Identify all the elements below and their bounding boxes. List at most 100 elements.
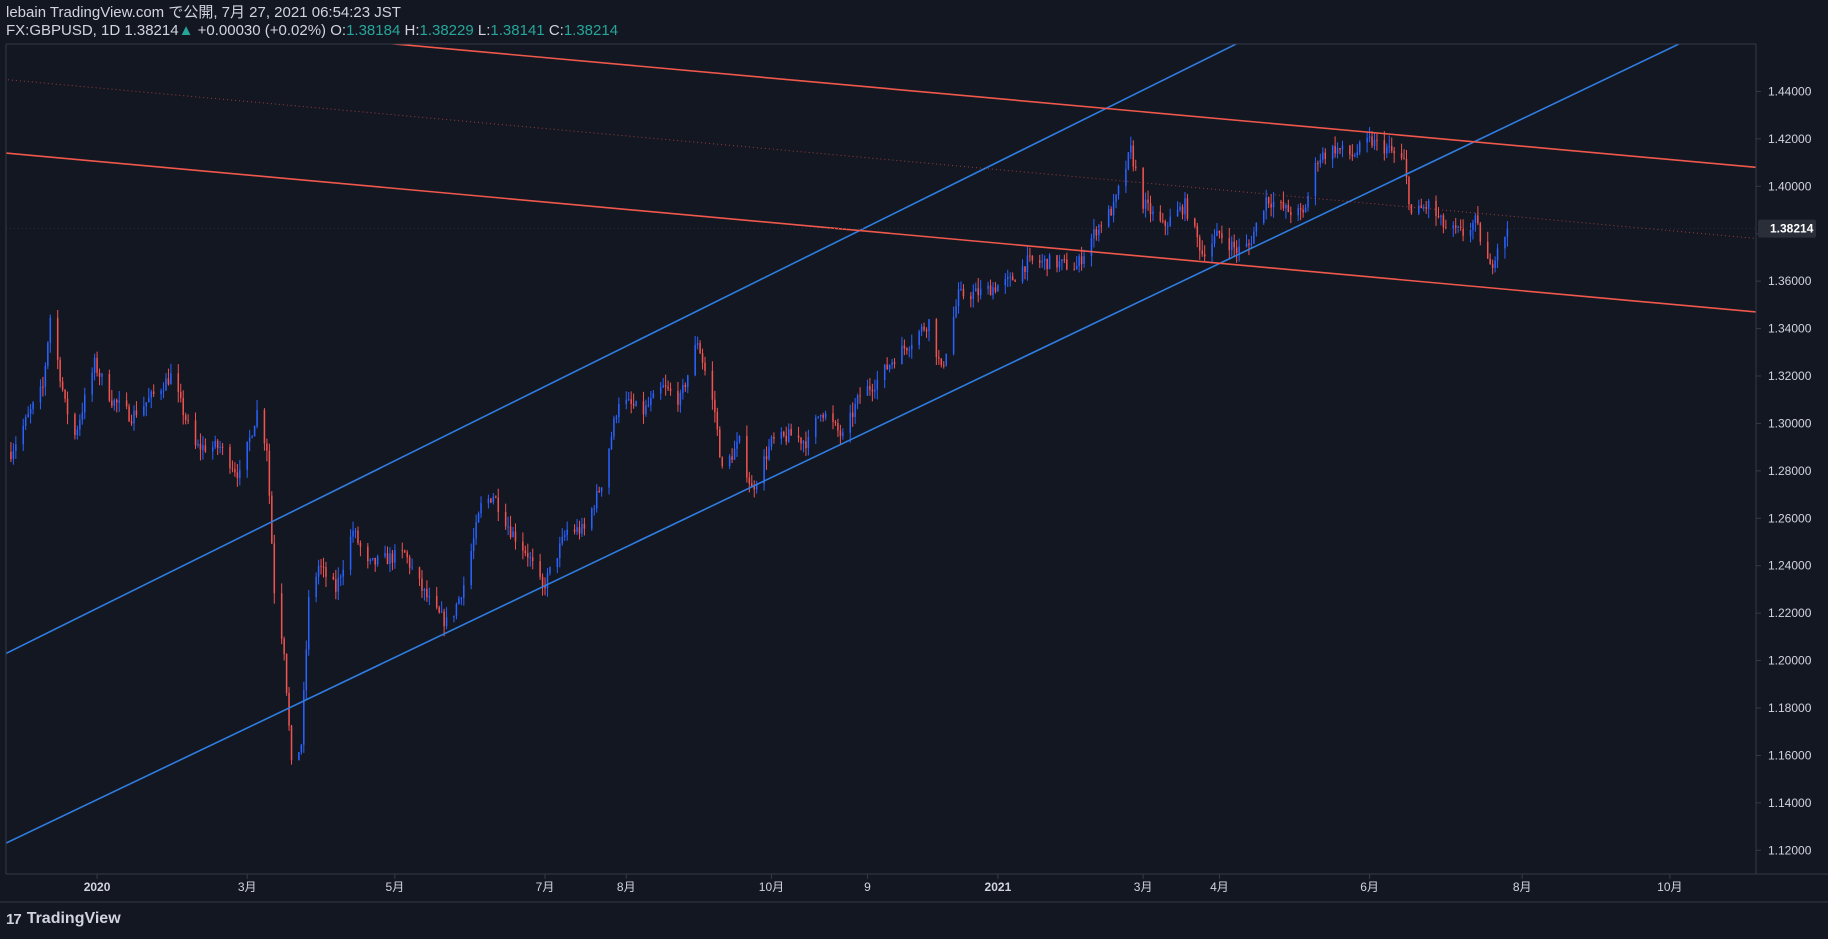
candle-body bbox=[342, 569, 344, 577]
candle-body bbox=[165, 378, 167, 391]
candle-body bbox=[608, 448, 610, 488]
candle-body bbox=[906, 348, 908, 351]
candle-body bbox=[59, 359, 61, 382]
candle-body bbox=[463, 585, 465, 598]
candle-body bbox=[288, 692, 290, 726]
candle-body bbox=[974, 288, 977, 292]
candle-body bbox=[248, 437, 251, 442]
candle-body bbox=[1339, 148, 1341, 150]
candle-body bbox=[1179, 206, 1181, 210]
candle-body bbox=[322, 566, 325, 568]
candle-body bbox=[147, 397, 150, 403]
candle-body bbox=[559, 543, 561, 559]
candle-body bbox=[27, 413, 29, 418]
candle-body bbox=[773, 436, 775, 439]
candle-body bbox=[701, 353, 704, 363]
time-tick-label: 6月 bbox=[1360, 880, 1379, 894]
candle-body bbox=[632, 403, 635, 406]
candle-body bbox=[66, 398, 69, 415]
candle-body bbox=[650, 398, 652, 406]
candle-body bbox=[957, 289, 960, 306]
candle-body bbox=[231, 468, 234, 470]
candle-body bbox=[728, 456, 731, 467]
candle-body bbox=[598, 490, 600, 492]
candle-body bbox=[911, 344, 913, 350]
price-chart[interactable]: 1.12000 1.14000 1.16000 1.18000 1.20000 1.220… bbox=[0, 0, 1828, 939]
candle-body bbox=[335, 579, 337, 592]
candle-body bbox=[667, 386, 669, 389]
candle-body bbox=[170, 373, 172, 385]
candle-body bbox=[384, 553, 386, 557]
candle-body bbox=[98, 372, 101, 377]
candle-body bbox=[64, 389, 66, 399]
candle-body bbox=[305, 649, 308, 691]
candle-body bbox=[1479, 223, 1482, 242]
candle-body bbox=[423, 589, 426, 591]
candle-body bbox=[1442, 215, 1445, 228]
candle-body bbox=[573, 529, 576, 532]
candle-body bbox=[194, 420, 197, 446]
candle-body bbox=[1194, 218, 1196, 226]
candle-body bbox=[1474, 215, 1477, 223]
candle-body bbox=[522, 541, 524, 551]
candle-body bbox=[1245, 243, 1248, 247]
candle-body bbox=[1169, 216, 1171, 226]
candle-body bbox=[507, 526, 509, 528]
candle-body bbox=[29, 408, 32, 414]
candle-body bbox=[539, 561, 541, 577]
candle-body bbox=[93, 357, 96, 373]
candle-body bbox=[524, 550, 527, 554]
candle-body bbox=[256, 410, 258, 427]
candle-body bbox=[285, 654, 288, 693]
candle-body bbox=[566, 529, 568, 536]
candle-body bbox=[214, 440, 216, 448]
candle-body bbox=[1262, 210, 1265, 223]
candle-body bbox=[458, 598, 460, 604]
candle-body bbox=[556, 558, 559, 567]
candle-body bbox=[662, 385, 664, 388]
candle-body bbox=[1144, 199, 1147, 209]
candle-body bbox=[1201, 250, 1203, 254]
candle-body bbox=[977, 288, 979, 296]
candle-body bbox=[12, 450, 15, 459]
price-tick-label: 1.14000 bbox=[1768, 796, 1812, 810]
candle-body bbox=[807, 436, 810, 449]
candle-body bbox=[229, 447, 231, 469]
candle-body bbox=[79, 419, 81, 430]
candle-body bbox=[1056, 255, 1058, 268]
candle-body bbox=[371, 557, 374, 560]
price-tick-label: 1.22000 bbox=[1768, 606, 1812, 620]
candle-body bbox=[1228, 238, 1231, 251]
candle-body bbox=[940, 358, 943, 365]
candle-body bbox=[514, 531, 517, 542]
candle-body bbox=[42, 386, 44, 388]
candle-body bbox=[1127, 152, 1130, 169]
candle-body bbox=[652, 393, 655, 399]
candle-body bbox=[1132, 145, 1135, 167]
candle-body bbox=[411, 567, 413, 569]
candle-body bbox=[979, 288, 982, 296]
candle-body bbox=[871, 389, 874, 392]
candle-body bbox=[849, 412, 851, 433]
candle-body bbox=[111, 400, 113, 406]
candle-body bbox=[211, 447, 214, 452]
candle-body bbox=[591, 508, 593, 529]
candle-body bbox=[583, 523, 586, 529]
candle-body bbox=[1186, 198, 1189, 219]
candle-body bbox=[1213, 236, 1216, 244]
candle-body bbox=[239, 469, 241, 479]
candle-body bbox=[182, 397, 184, 416]
candle-body bbox=[842, 432, 844, 436]
candle-body bbox=[1322, 152, 1324, 160]
candle-body bbox=[1024, 266, 1026, 272]
time-tick-label: 9 bbox=[864, 880, 871, 894]
candle-body bbox=[1272, 201, 1275, 208]
candle-body bbox=[39, 386, 42, 403]
candle-body bbox=[721, 457, 724, 467]
candle-body bbox=[972, 291, 975, 299]
candle-body bbox=[453, 615, 455, 618]
candle-body bbox=[1358, 142, 1361, 153]
candle-body bbox=[1075, 266, 1078, 270]
tradingview-logo[interactable]: 17 TradingView bbox=[6, 910, 121, 928]
candle-body bbox=[15, 444, 17, 451]
